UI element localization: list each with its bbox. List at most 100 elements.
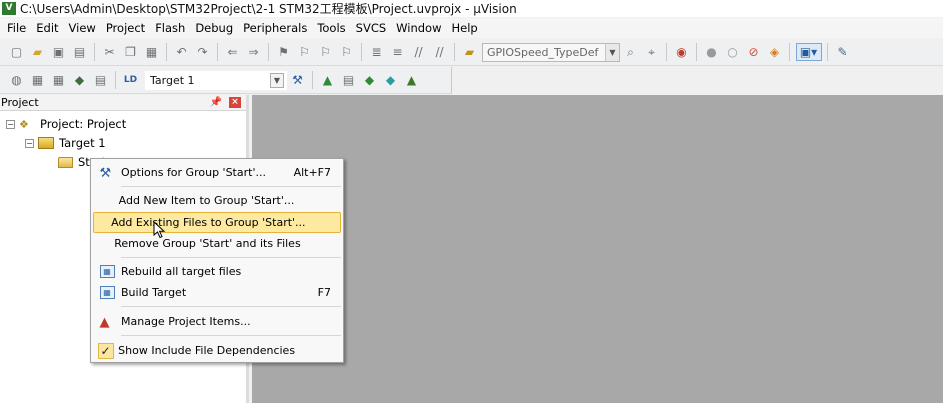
toolbar-separator	[166, 43, 167, 61]
toolbar-separator	[312, 71, 313, 89]
redo-icon[interactable]: ↷	[194, 43, 212, 61]
download-icon[interactable]: LD	[122, 71, 140, 89]
pack-installer-2-icon[interactable]: ▲	[403, 71, 421, 89]
tree-item-target[interactable]: − Target 1	[25, 134, 106, 152]
new-file-icon[interactable]: ▢	[8, 43, 26, 61]
toolbar-separator	[666, 43, 667, 61]
stop-build-icon[interactable]: ▤	[92, 71, 110, 89]
menu-project[interactable]: Project	[101, 18, 150, 38]
manage-components-icon[interactable]: ▲	[319, 71, 337, 89]
open-file-icon[interactable]: ▰	[29, 43, 47, 61]
pin-icon[interactable]: 📌	[210, 97, 222, 108]
run-time-env-icon[interactable]: ◆	[382, 71, 400, 89]
save-all-icon[interactable]: ▤	[71, 43, 89, 61]
window-title: C:\Users\Admin\Desktop\STM32Project\2-1 …	[20, 2, 517, 16]
collapse-icon[interactable]: −	[6, 119, 15, 129]
toolbar-separator	[94, 43, 95, 61]
menu-item-shortcut: F7	[317, 286, 331, 299]
group-context-menu: ⚒ Options for Group 'Start'... Alt+F7 Ad…	[90, 158, 344, 363]
configure-icon[interactable]: ✎	[834, 43, 852, 61]
disable-breakpoint-icon[interactable]: ○	[724, 43, 742, 61]
translate-icon[interactable]: ◍	[8, 71, 26, 89]
debug-session-icon[interactable]: ◉	[673, 43, 691, 61]
insert-bookmark-icon[interactable]: ⚑	[275, 43, 293, 61]
menu-item-label: Options for Group 'Start'...	[121, 166, 266, 179]
menu-flash[interactable]: Flash	[150, 18, 190, 38]
navigate-forward-icon[interactable]: ⇒	[245, 43, 263, 61]
menu-view[interactable]: View	[64, 18, 101, 38]
find-combo[interactable]: GPIOSpeed_TypeDef ▼	[482, 42, 620, 62]
select-packs-icon[interactable]: ▤	[340, 71, 358, 89]
menu-peripherals[interactable]: Peripherals	[238, 18, 312, 38]
unindent-icon[interactable]: ≡	[389, 43, 407, 61]
build-icon[interactable]: ▦	[29, 71, 47, 89]
find-icon[interactable]: ⌕	[622, 43, 640, 61]
toolbar-separator	[115, 71, 116, 89]
copy-icon[interactable]: ❐	[122, 43, 140, 61]
clear-bookmarks-icon[interactable]: ⚐	[338, 43, 356, 61]
menu-item-rebuild-all[interactable]: ▦ Rebuild all target files	[93, 261, 341, 282]
tree-item-target-label: Target 1	[59, 136, 106, 150]
options-for-target-icon[interactable]: ⚒	[289, 71, 307, 89]
menu-item-label: Remove Group 'Start' and its Files	[114, 237, 301, 250]
next-bookmark-icon[interactable]: ⚐	[317, 43, 335, 61]
menu-separator	[121, 186, 341, 187]
uncomment-icon[interactable]: //	[431, 43, 449, 61]
menu-item-label: Build Target	[121, 286, 187, 299]
folder-icon	[58, 156, 73, 168]
menu-item-label: Manage Project Items...	[121, 315, 251, 328]
toolbar-separator	[827, 43, 828, 61]
target-select[interactable]: Target 1 ▼	[145, 70, 287, 90]
menu-window[interactable]: Window	[391, 18, 446, 38]
menu-tools[interactable]: Tools	[312, 18, 350, 38]
menu-file[interactable]: File	[2, 18, 31, 38]
tree-item-project-label: Project: Project	[40, 117, 127, 131]
menu-edit[interactable]: Edit	[31, 18, 63, 38]
uvision-app-icon: V	[2, 2, 16, 15]
project-icon: ❖	[19, 117, 29, 131]
menu-separator	[121, 335, 341, 336]
batch-build-icon[interactable]: ◆	[71, 71, 89, 89]
undo-icon[interactable]: ↶	[173, 43, 191, 61]
menu-item-options-for-group[interactable]: ⚒ Options for Group 'Start'... Alt+F7	[93, 162, 341, 183]
target-select-value: Target 1	[150, 73, 195, 87]
find-in-files-icon[interactable]: ▰	[461, 43, 479, 61]
window-layout-icon[interactable]: ▣▾	[795, 43, 822, 61]
collapse-icon[interactable]: −	[25, 138, 34, 148]
menu-separator	[121, 306, 341, 307]
file-toolbar: ▢ ▰ ▣ ▤ ✂ ❐ ▦ ↶ ↷ ⇐ ⇒ ⚑ ⚐ ⚐ ⚐ ≣ ≡ // // …	[0, 39, 943, 66]
pack-installer-icon[interactable]: ◆	[361, 71, 379, 89]
options-icon: ⚒	[99, 166, 112, 181]
project-panel-title: Project	[1, 96, 39, 109]
kill-breakpoints-icon[interactable]: ⊘	[745, 43, 763, 61]
menu-svcs[interactable]: SVCS	[351, 18, 392, 38]
paste-icon[interactable]: ▦	[143, 43, 161, 61]
previous-bookmark-icon[interactable]: ⚐	[296, 43, 314, 61]
tree-item-project[interactable]: − ❖ Project: Project	[6, 115, 126, 133]
menu-item-manage-project-items[interactable]: ▲ Manage Project Items...	[93, 311, 341, 332]
menu-item-show-include-deps[interactable]: ✓ Show Include File Dependencies	[93, 340, 341, 361]
indent-icon[interactable]: ≣	[368, 43, 386, 61]
chevron-down-icon[interactable]: ▼	[605, 43, 619, 61]
menu-item-add-existing-files[interactable]: Add Existing Files to Group 'Start'...	[93, 212, 341, 233]
cut-icon[interactable]: ✂	[101, 43, 119, 61]
toolbar-separator	[361, 43, 362, 61]
menu-help[interactable]: Help	[447, 18, 483, 38]
menu-item-remove-group[interactable]: Remove Group 'Start' and its Files	[93, 233, 341, 254]
close-icon[interactable]: ×	[229, 97, 241, 108]
menu-item-build-target[interactable]: ▦ Build Target F7	[93, 282, 341, 303]
menu-separator	[121, 257, 341, 258]
comment-icon[interactable]: //	[410, 43, 428, 61]
disable-all-breakpoints-icon[interactable]: ◈	[766, 43, 784, 61]
breakpoint-icon[interactable]: ●	[703, 43, 721, 61]
chevron-down-icon[interactable]: ▼	[270, 72, 284, 88]
menu-item-add-new-item[interactable]: Add New Item to Group 'Start'...	[93, 190, 341, 211]
save-icon[interactable]: ▣	[50, 43, 68, 61]
editor-workspace	[252, 95, 943, 403]
target-icon	[38, 137, 54, 149]
menu-debug[interactable]: Debug	[190, 18, 238, 38]
rebuild-icon[interactable]: ▦	[50, 71, 68, 89]
navigate-back-icon[interactable]: ⇐	[224, 43, 242, 61]
incremental-find-icon[interactable]: ⌖	[643, 43, 661, 61]
rebuild-icon: ▦	[99, 265, 115, 278]
